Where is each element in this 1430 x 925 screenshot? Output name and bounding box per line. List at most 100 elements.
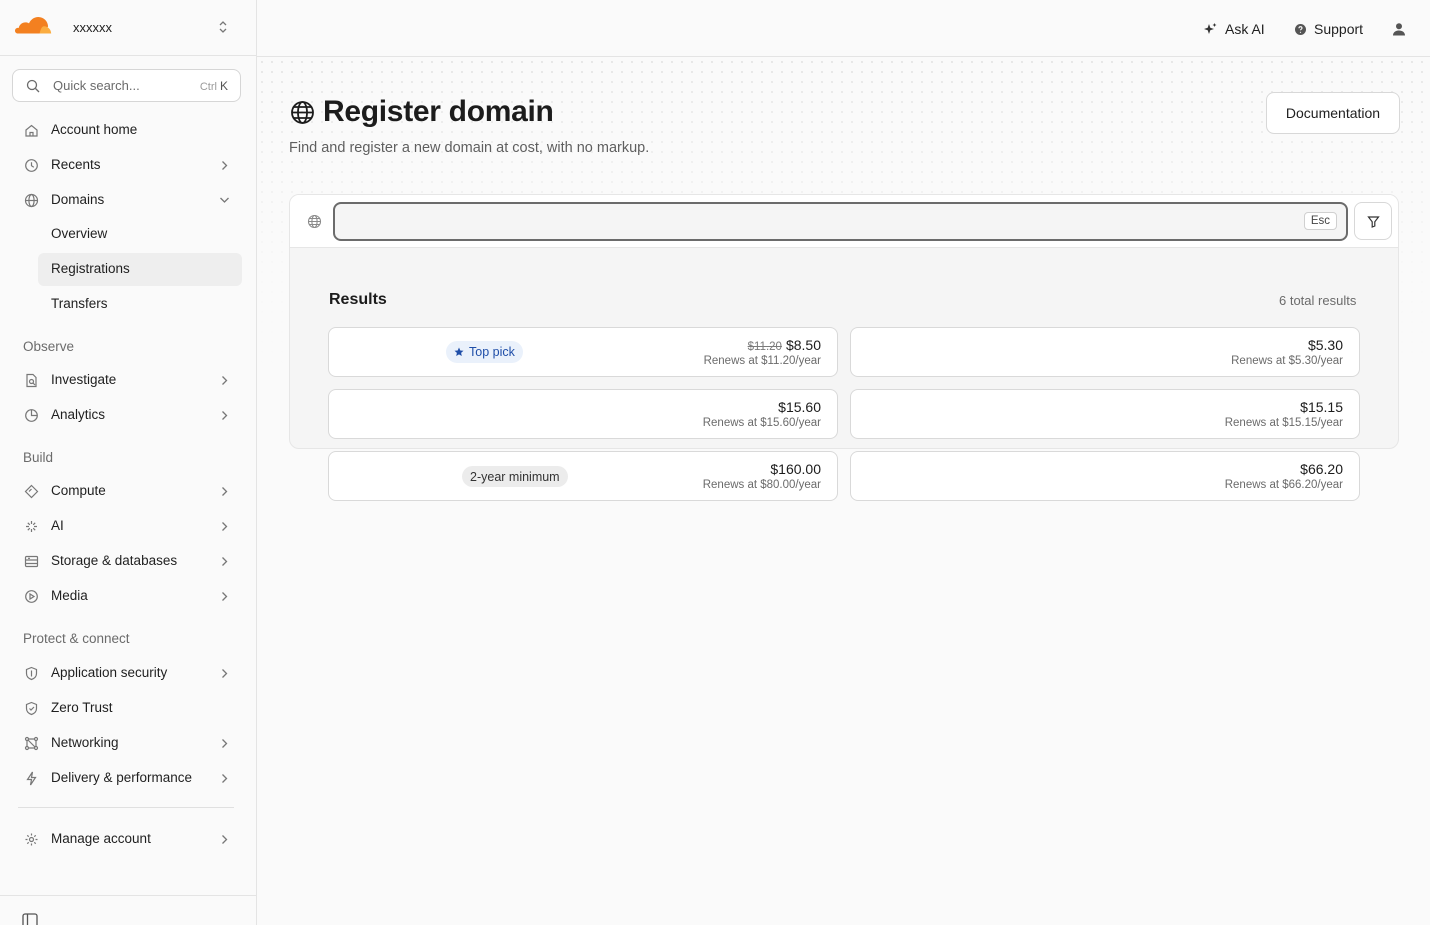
shield-icon [24, 666, 39, 681]
page-subtitle: Find and register a new domain at cost, … [289, 140, 650, 156]
star-icon [454, 347, 464, 356]
ai-sparkle-icon [24, 519, 39, 534]
sidebar-item-domains[interactable]: Domains [12, 184, 242, 217]
help-circle-icon [1294, 23, 1307, 36]
chevron-right-icon [220, 773, 228, 784]
renewal-price: Renews at $11.20/year [703, 355, 821, 367]
shortcut-key: K [219, 79, 228, 93]
globe-icon [24, 193, 39, 208]
sidebar-item-label: AI [51, 518, 64, 533]
user-avatar-icon [1392, 22, 1406, 36]
results-count: 6 total results [1279, 293, 1357, 308]
sidebar-item-label: Media [51, 588, 88, 603]
sidebar-item-zero-trust[interactable]: Zero Trust [12, 692, 242, 725]
top-pick-badge: Top pick [446, 341, 523, 363]
chevron-right-icon [220, 738, 228, 749]
cloudflare-logo-icon [14, 16, 52, 36]
sidebar-item-networking[interactable]: Networking [12, 727, 242, 760]
chevron-up-down-icon[interactable] [216, 19, 230, 35]
result-card[interactable]: $15.60 Renews at $15.60/year [328, 389, 838, 439]
current-price: $15.60 [778, 399, 821, 415]
gear-icon [24, 832, 39, 847]
account-name: xxxxxx [73, 20, 112, 35]
sidebar-item-media[interactable]: Media [12, 580, 242, 613]
current-price: $5.30 [1307, 337, 1343, 353]
support-button[interactable]: Support [1294, 18, 1363, 40]
sidebar-item-account-home[interactable]: Account home [12, 114, 242, 147]
sidebar-item-label: Overview [51, 226, 108, 241]
sidebar-item-label: Manage account [51, 831, 151, 846]
domain-search-bar: Esc [290, 195, 1398, 248]
documentation-button[interactable]: Documentation [1266, 92, 1400, 134]
database-icon [24, 554, 39, 569]
sidebar-item-analytics[interactable]: Analytics [12, 399, 242, 432]
sidebar: xxxxxx Quick search... Ctrl K Account ho… [0, 0, 257, 925]
sidebar-item-investigate[interactable]: Investigate [12, 364, 242, 397]
sidebar-item-transfers[interactable]: Transfers [38, 288, 242, 321]
section-heading-protect-connect: Protect & connect [23, 631, 130, 646]
chevron-right-icon [220, 834, 228, 845]
current-price: $66.20 [1300, 461, 1343, 477]
sidebar-item-application-security[interactable]: Application security [12, 657, 242, 690]
chevron-right-icon [220, 375, 228, 386]
filter-button[interactable] [1354, 202, 1392, 240]
section-heading-observe: Observe [23, 339, 75, 354]
sidebar-item-recents[interactable]: Recents [12, 149, 242, 182]
globe-icon [307, 214, 322, 229]
search-placeholder: Quick search... [53, 78, 140, 93]
ask-ai-button[interactable]: Ask AI [1203, 18, 1265, 40]
globe-icon [290, 100, 315, 125]
section-heading-build: Build [23, 450, 54, 465]
sidebar-item-label: Compute [51, 483, 106, 498]
search-shortcut: Ctrl K [200, 79, 228, 93]
sidebar-item-label: Account home [51, 122, 138, 137]
result-card[interactable]: $66.20 Renews at $66.20/year [850, 451, 1360, 501]
result-card[interactable]: 2-year minimum $160.00 Renews at $80.00/… [328, 451, 838, 501]
sidebar-toggle-icon[interactable] [22, 913, 38, 925]
sidebar-item-label: Storage & databases [51, 553, 178, 568]
document-search-icon [24, 373, 39, 388]
current-price: $8.50 [785, 337, 821, 353]
sidebar-item-delivery-performance[interactable]: Delivery & performance [12, 762, 242, 795]
user-menu-button[interactable] [1392, 18, 1406, 40]
chevron-right-icon [220, 556, 228, 567]
domain-search-input[interactable]: Esc [333, 202, 1348, 241]
renewal-price: Renews at $5.30/year [1231, 355, 1343, 367]
sidebar-item-compute[interactable]: Compute [12, 475, 242, 508]
quick-search-input[interactable]: Quick search... Ctrl K [12, 69, 241, 102]
ask-ai-label: Ask AI [1225, 21, 1265, 37]
play-circle-icon [24, 589, 39, 604]
filter-icon [1367, 216, 1380, 228]
sidebar-item-label: Delivery & performance [51, 770, 193, 785]
result-card[interactable]: $5.30 Renews at $5.30/year [850, 327, 1360, 377]
clock-history-icon [24, 158, 39, 173]
result-card[interactable]: Top pick $11.20 $8.50 Renews at $11.20/ye… [328, 327, 838, 377]
sidebar-item-ai[interactable]: AI [12, 510, 242, 543]
current-price: $15.15 [1300, 399, 1343, 415]
sidebar-item-storage-databases[interactable]: Storage & databases [12, 545, 242, 578]
esc-key-hint[interactable]: Esc [1303, 212, 1337, 230]
chevron-right-icon [220, 160, 228, 171]
chevron-right-icon [220, 521, 228, 532]
price: $11.20 $8.50 [748, 337, 821, 353]
compute-diamond-icon [24, 484, 39, 499]
result-card[interactable]: $15.15 Renews at $15.15/year [850, 389, 1360, 439]
sidebar-item-manage-account[interactable]: Manage account [12, 823, 242, 856]
sidebar-item-label: Domains [51, 192, 105, 207]
sidebar-item-label: Analytics [51, 407, 106, 422]
account-switcher[interactable]: xxxxxx [0, 0, 256, 56]
sidebar-item-label: Investigate [51, 372, 117, 387]
network-icon [24, 736, 39, 751]
page-title: Register domain [323, 95, 554, 128]
renewal-price: Renews at $66.20/year [1224, 479, 1343, 491]
renewal-price: Renews at $80.00/year [702, 479, 821, 491]
shield-lock-icon [24, 701, 39, 716]
main-content: Register domain Find and register a new … [257, 57, 1430, 925]
sidebar-item-label: Zero Trust [51, 700, 113, 715]
minimum-term-badge: 2-year minimum [462, 466, 568, 487]
support-label: Support [1314, 21, 1364, 37]
search-icon [26, 79, 40, 93]
sidebar-item-label: Application security [51, 665, 168, 680]
sidebar-item-overview[interactable]: Overview [38, 218, 242, 251]
sidebar-item-registrations[interactable]: Registrations [38, 253, 242, 286]
